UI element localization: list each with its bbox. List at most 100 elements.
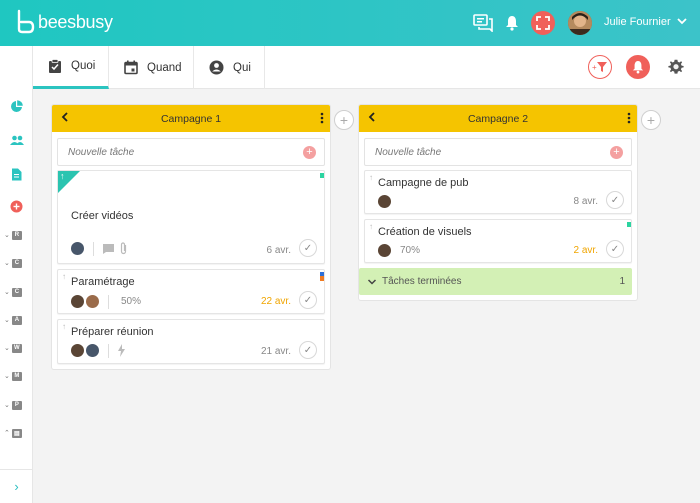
task-title: Créer vidéos — [71, 210, 134, 222]
check-icon: ✓ — [303, 294, 313, 306]
tab-quoi[interactable]: Quoi — [33, 46, 109, 89]
status-flag — [320, 276, 324, 281]
gear-icon — [668, 59, 684, 74]
notifications-button[interactable] — [626, 55, 650, 79]
new-task-input[interactable]: Nouvelle tâche + — [364, 138, 632, 166]
divider — [108, 343, 109, 358]
chat-icon[interactable] — [471, 11, 495, 35]
column-header: Campagne 1 — [52, 105, 330, 132]
sidebar-group-c2[interactable]: ⌄ C — [4, 285, 22, 299]
settings-button[interactable] — [666, 57, 686, 77]
sidebar-item-dashboard[interactable] — [0, 96, 33, 116]
left-sidebar: ⌄ R ⌄ C ⌄ C ⌄ A ⌄ W ⌄ M ⌄ P ⌃ ▤ › — [0, 46, 33, 503]
arrow-up-icon: ↑ — [60, 171, 65, 181]
chevron-left-icon[interactable] — [60, 111, 70, 123]
complete-task-button[interactable]: ✓ — [299, 341, 317, 359]
chevron-down-icon — [367, 278, 377, 285]
people-icon — [9, 135, 24, 145]
task-progress: 70% — [400, 245, 421, 256]
bell-icon[interactable] — [500, 11, 524, 35]
tab-label: Quand — [147, 61, 182, 74]
sidebar-item-team[interactable] — [0, 130, 33, 150]
task-card[interactable]: ↑ Paramétrage 50% 22 avr. ✓ — [57, 269, 325, 314]
logo-icon — [17, 9, 35, 34]
filter-button[interactable]: + — [588, 55, 612, 79]
new-task-placeholder: Nouvelle tâche — [375, 146, 442, 158]
add-task-icon[interactable]: + — [610, 146, 623, 159]
project-badge: C — [11, 287, 22, 297]
column-campagne-1: Campagne 1 Nouvelle tâche + ↑ Créer vidé… — [52, 105, 330, 369]
column-title[interactable]: Campagne 1 — [161, 113, 221, 125]
user-avatar[interactable] — [568, 11, 592, 35]
app-header: beesbusy Julie Fournier — [0, 0, 700, 46]
task-due-date: 21 avr. — [260, 346, 291, 357]
logo-text: beesbusy — [38, 11, 113, 32]
pie-chart-icon — [11, 99, 23, 112]
sidebar-expand-button[interactable]: › — [0, 469, 33, 503]
tab-qui[interactable]: Qui — [194, 46, 265, 89]
sidebar-group-a[interactable]: ⌄ A — [4, 313, 22, 327]
column-title[interactable]: Campagne 2 — [468, 113, 528, 125]
task-card[interactable]: ↑ Préparer réunion 21 avr. ✓ — [57, 319, 325, 364]
arrow-up-icon: ↑ — [369, 173, 373, 182]
task-card[interactable]: ↑ Création de visuels 70% 2 avr. ✓ — [364, 219, 632, 263]
sidebar-group-archive[interactable]: ⌃ ▤ — [4, 426, 22, 440]
chevron-up-icon: ⌃ — [4, 430, 10, 437]
more-vertical-icon[interactable] — [627, 112, 631, 124]
task-meta: 50% — [70, 294, 141, 309]
more-vertical-icon[interactable] — [320, 112, 324, 124]
sidebar-item-documents[interactable] — [0, 164, 33, 184]
add-column-button[interactable]: + — [334, 110, 354, 130]
lightning-icon — [118, 344, 125, 357]
arrow-up-icon: ↑ — [62, 272, 66, 281]
task-card[interactable]: ↑ Campagne de pub 8 avr. ✓ — [364, 170, 632, 214]
complete-task-button[interactable]: ✓ — [606, 240, 624, 258]
task-meta — [377, 194, 392, 209]
beesbusy-logo[interactable]: beesbusy — [14, 9, 113, 35]
column-header: Campagne 2 — [359, 105, 637, 132]
column-campagne-2: Campagne 2 Nouvelle tâche + ↑ Campagne d… — [359, 105, 637, 300]
status-flag — [320, 173, 324, 178]
task-progress: 50% — [121, 296, 142, 307]
sidebar-add-project[interactable] — [0, 196, 33, 216]
complete-task-button[interactable]: ✓ — [299, 291, 317, 309]
check-icon: ✓ — [303, 242, 313, 254]
completed-tasks-count: 1 — [619, 276, 625, 287]
user-name[interactable]: Julie Fournier — [604, 16, 671, 28]
avatar — [70, 343, 85, 358]
bell-icon — [632, 61, 644, 74]
project-badge: P — [11, 400, 22, 410]
chevron-down-icon: ⌄ — [4, 402, 10, 409]
chevron-left-icon[interactable] — [367, 111, 377, 123]
avatar — [377, 243, 392, 258]
complete-task-button[interactable]: ✓ — [299, 239, 317, 257]
chevron-down-icon: ⌄ — [4, 232, 10, 239]
task-meta: 70% — [377, 243, 420, 258]
avatar — [85, 343, 100, 358]
sidebar-group-w[interactable]: ⌄ W — [4, 341, 22, 355]
chevron-down-icon: ⌄ — [4, 317, 10, 324]
sidebar-group-m[interactable]: ⌄ M — [4, 369, 22, 383]
arrow-up-icon: ↑ — [62, 322, 66, 331]
sidebar-group-r[interactable]: ⌄ R — [4, 228, 22, 242]
user-circle-icon — [209, 60, 224, 75]
check-icon: ✓ — [303, 344, 313, 356]
sidebar-group-p[interactable]: ⌄ P — [4, 398, 22, 412]
chevron-down-icon[interactable] — [676, 16, 688, 26]
check-icon: ✓ — [610, 194, 620, 206]
new-task-input[interactable]: Nouvelle tâche + — [57, 138, 325, 166]
attachment-icon — [120, 242, 127, 255]
add-task-icon[interactable]: + — [303, 146, 316, 159]
tab-quand[interactable]: Quand — [109, 46, 194, 89]
sidebar-group-c1[interactable]: ⌄ C — [4, 256, 22, 270]
task-title: Campagne de pub — [378, 177, 469, 189]
task-card[interactable]: ↑ Créer vidéos 6 avr. ✓ — [57, 170, 325, 264]
add-column-button[interactable]: + — [641, 110, 661, 130]
expand-icon — [536, 16, 550, 30]
filter-icon: + — [592, 62, 607, 72]
chevron-down-icon: ⌄ — [4, 373, 10, 380]
svg-text:+: + — [592, 63, 597, 72]
fullscreen-button[interactable] — [531, 11, 555, 35]
complete-task-button[interactable]: ✓ — [606, 191, 624, 209]
completed-tasks-toggle[interactable]: Tâches terminées 1 — [359, 268, 632, 295]
